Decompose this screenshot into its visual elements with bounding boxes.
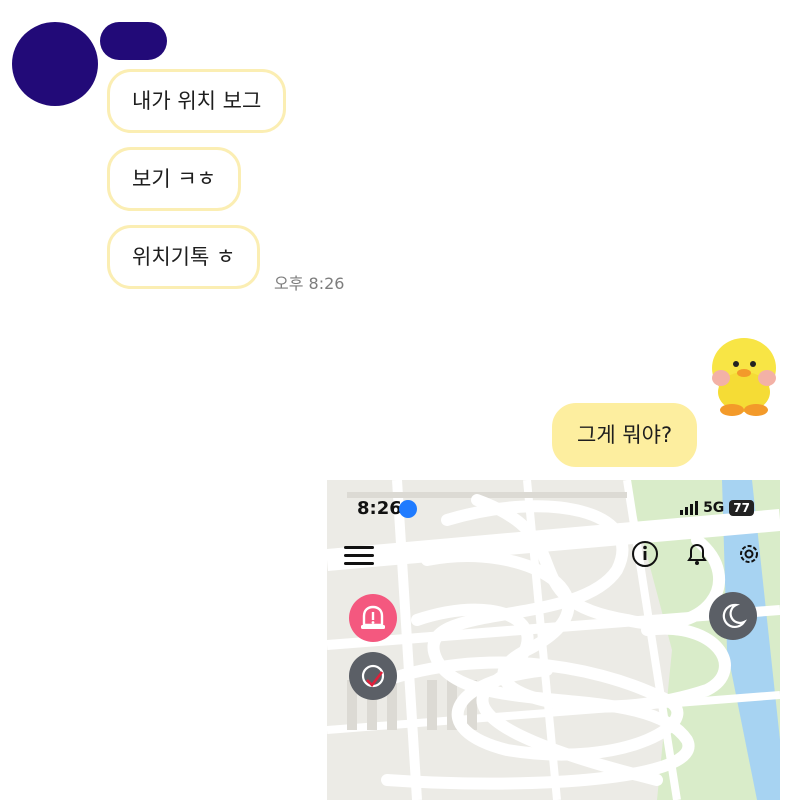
moon-icon: [722, 603, 748, 629]
redacted-name: [100, 22, 167, 60]
location-arrow-icon: [399, 500, 417, 518]
signal-icon: [680, 501, 699, 515]
info-icon[interactable]: [631, 540, 659, 568]
message-timestamp: 오후 8:26: [274, 274, 345, 293]
received-message[interactable]: 보기 ㅋㅎ: [107, 147, 241, 211]
network-type: 5G: [703, 500, 725, 516]
night-mode-button[interactable]: [709, 592, 757, 640]
my-location-button[interactable]: [349, 652, 397, 700]
shared-screenshot[interactable]: 8:26 5G 77: [327, 480, 780, 800]
received-message[interactable]: 내가 위치 보그: [107, 69, 287, 133]
alert-icon: [361, 605, 385, 629]
battery-level: 77: [729, 500, 754, 516]
location-icon: [361, 664, 385, 688]
status-indicators: 5G 77: [680, 500, 754, 516]
gear-icon[interactable]: [735, 540, 763, 568]
received-message[interactable]: 위치기톡 ㅎ: [107, 225, 261, 289]
bell-icon[interactable]: [683, 540, 711, 568]
menu-icon[interactable]: [344, 546, 374, 566]
redacted-avatar: [12, 22, 98, 106]
emergency-alert-button[interactable]: [349, 594, 397, 642]
status-time: 8:26: [357, 498, 402, 519]
duck-sticker-icon[interactable]: [704, 330, 784, 420]
sent-message[interactable]: 그게 뭐야?: [552, 403, 698, 467]
